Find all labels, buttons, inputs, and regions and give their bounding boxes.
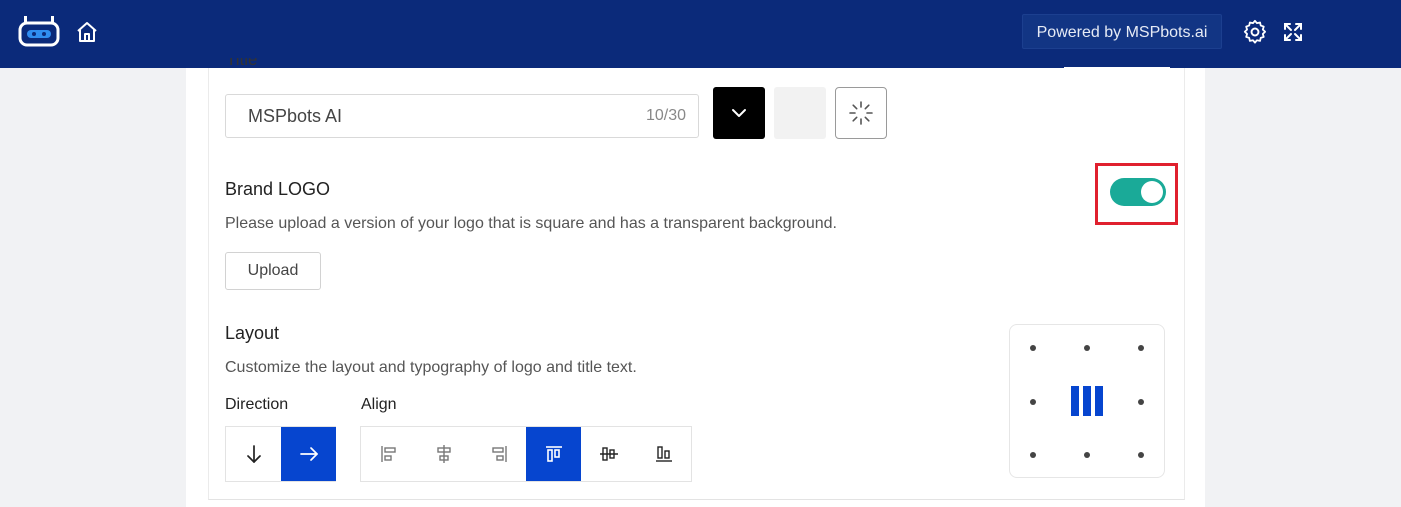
background-color-button[interactable]	[774, 87, 826, 139]
title-label: Title	[226, 58, 258, 69]
position-dot-top-center[interactable]	[1084, 345, 1090, 351]
align-center-h-option[interactable]	[416, 427, 471, 481]
align-label: Align	[361, 396, 397, 413]
align-middle-v-icon	[599, 447, 618, 461]
arrow-down-icon	[246, 445, 261, 463]
title-input[interactable]: MSPbots AI 10/30	[225, 94, 699, 138]
bot-logo-icon[interactable]	[18, 15, 60, 47]
align-selector	[360, 426, 692, 482]
toggle-knob	[1141, 181, 1163, 203]
gear-icon[interactable]	[1242, 19, 1268, 45]
title-char-counter: 10/30	[645, 107, 686, 124]
align-top-option[interactable]	[526, 427, 581, 481]
align-right-icon	[491, 446, 507, 462]
position-dot-bottom-right[interactable]	[1138, 452, 1144, 458]
align-left-icon	[380, 446, 396, 462]
powered-by-badge[interactable]: Powered by MSPbots.ai	[1022, 14, 1222, 49]
layout-label: Layout	[225, 323, 280, 343]
layout-preview[interactable]	[1009, 324, 1165, 478]
direction-vertical-option[interactable]	[226, 427, 281, 481]
align-left-option[interactable]	[361, 427, 416, 481]
arrow-right-icon	[299, 447, 318, 461]
position-dot-bottom-center[interactable]	[1084, 452, 1090, 458]
brand-logo-label: Brand LOGO	[225, 179, 331, 199]
align-bottom-option[interactable]	[636, 427, 691, 481]
direction-horizontal-option[interactable]	[281, 427, 336, 481]
spinner-icon	[849, 101, 873, 125]
upload-logo-button[interactable]: Upload	[225, 252, 321, 290]
home-icon[interactable]	[75, 20, 99, 44]
font-color-dropdown-button[interactable]	[713, 87, 765, 139]
selected-position-indicator[interactable]	[1071, 386, 1103, 416]
align-center-h-icon	[436, 445, 451, 463]
divider	[1064, 67, 1170, 69]
direction-selector	[225, 426, 336, 482]
align-middle-v-option[interactable]	[581, 427, 636, 481]
brand-logo-description: Please upload a version of your logo tha…	[225, 215, 837, 232]
position-dot-middle-right[interactable]	[1138, 399, 1144, 405]
reset-style-button[interactable]	[835, 87, 887, 139]
fullscreen-icon[interactable]	[1283, 22, 1303, 42]
align-bottom-icon	[655, 446, 672, 462]
layout-description: Customize the layout and typography of l…	[225, 359, 637, 376]
top-bar: Powered by MSPbots.ai	[0, 0, 1401, 68]
brand-logo-toggle[interactable]	[1110, 178, 1166, 206]
chevron-down-icon	[732, 109, 746, 117]
align-top-icon	[545, 446, 562, 462]
align-right-option[interactable]	[471, 427, 526, 481]
title-input-value[interactable]: MSPbots AI	[248, 95, 342, 137]
position-dot-top-left[interactable]	[1030, 345, 1036, 351]
position-dot-top-right[interactable]	[1138, 345, 1144, 351]
direction-label: Direction	[225, 396, 289, 413]
position-dot-bottom-left[interactable]	[1030, 452, 1036, 458]
position-dot-middle-left[interactable]	[1030, 399, 1036, 405]
